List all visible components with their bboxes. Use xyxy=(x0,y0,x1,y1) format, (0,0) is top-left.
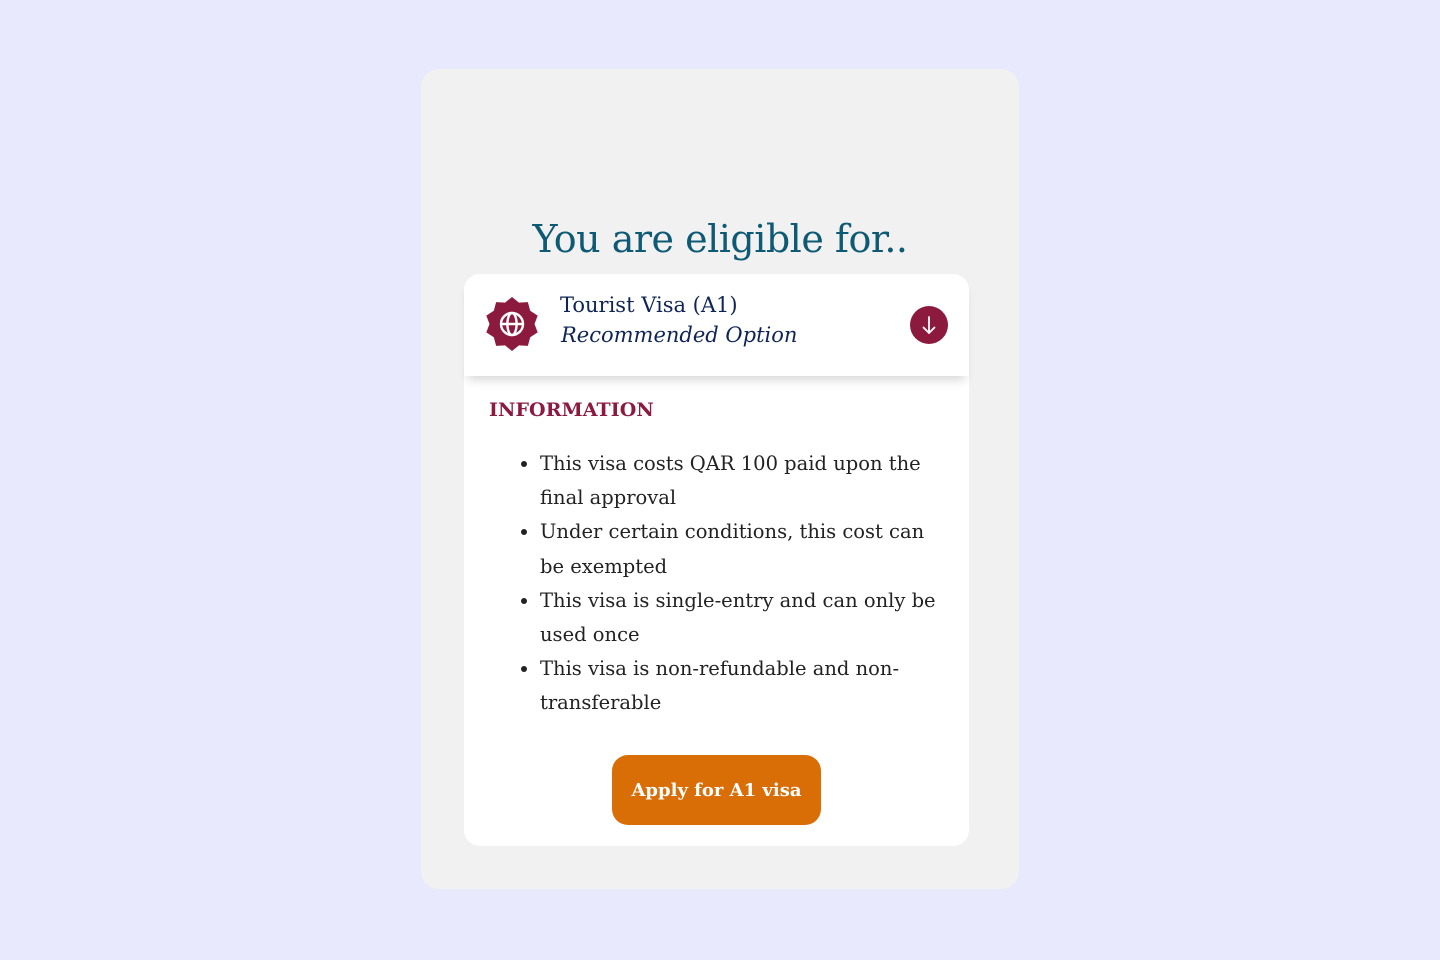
visa-recommended-label: Recommended Option xyxy=(561,323,798,347)
globe-badge-icon xyxy=(484,296,540,352)
globe-icon xyxy=(486,297,538,351)
visa-card: Tourist Visa (A1) Recommended Option INF… xyxy=(464,274,969,846)
visa-title: Tourist Visa (A1) xyxy=(560,293,738,317)
page-title: You are eligible for.. xyxy=(532,217,908,261)
information-list: This visa costs QAR 100 paid upon the fi… xyxy=(504,447,944,721)
list-item: This visa is non-refundable and non-tran… xyxy=(540,652,944,720)
expand-button[interactable] xyxy=(910,306,948,344)
list-item: This visa costs QAR 100 paid upon the fi… xyxy=(540,447,944,515)
list-item: Under certain conditions, this cost can … xyxy=(540,515,944,583)
information-heading: INFORMATION xyxy=(489,399,654,421)
apply-visa-button[interactable]: Apply for A1 visa xyxy=(612,755,821,825)
visa-card-header[interactable]: Tourist Visa (A1) Recommended Option xyxy=(464,274,969,376)
list-item: This visa is single-entry and can only b… xyxy=(540,584,944,652)
arrow-down-icon xyxy=(922,316,936,334)
